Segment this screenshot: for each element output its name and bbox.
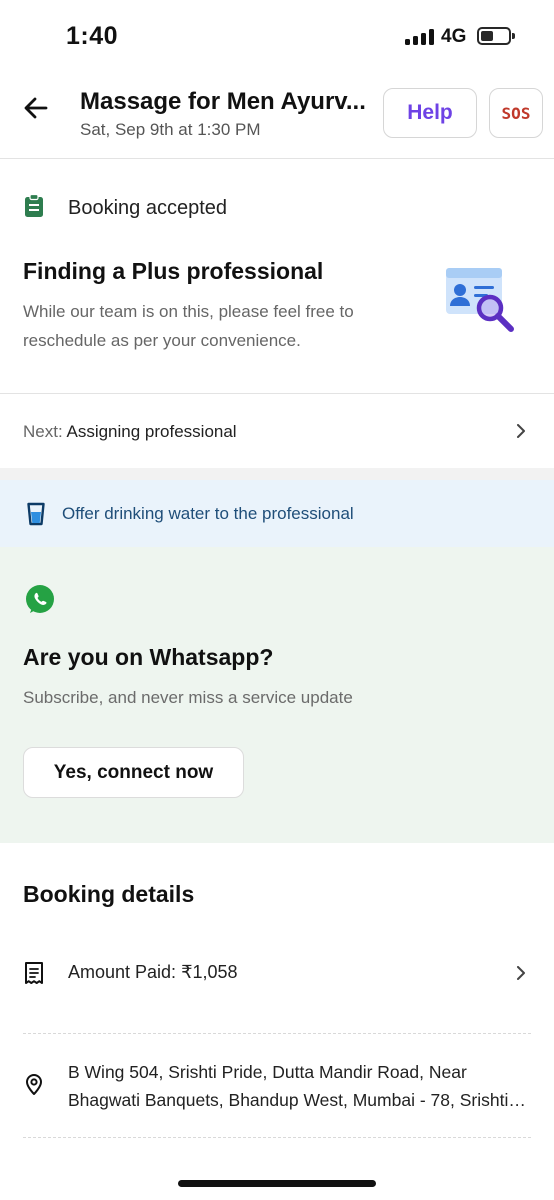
- booking-status: Booking accepted: [24, 193, 228, 223]
- clipboard-icon: [24, 193, 44, 223]
- glass-icon: [27, 502, 45, 531]
- finding-title: Finding a Plus professional: [23, 258, 324, 284]
- amount-paid-row[interactable]: Amount Paid: ₹1,058: [0, 945, 554, 1001]
- water-tip-text: Offer drinking water to the professional: [62, 504, 354, 523]
- signal-strength-icon: [405, 29, 434, 45]
- finding-description: While our team is on this, please feel f…: [23, 302, 354, 350]
- receipt-icon: [24, 962, 44, 989]
- dashed-divider: [23, 1033, 531, 1034]
- chevron-right-icon: [517, 424, 525, 438]
- app-header: Massage for Men Ayurv... Sat, Sep 9th at…: [0, 72, 554, 159]
- sos-button[interactable]: SOS: [489, 88, 543, 138]
- network-type: 4G: [441, 26, 467, 47]
- status-time: 1:40: [66, 22, 119, 50]
- next-prefix: Next:: [23, 422, 63, 441]
- id-card-search-icon: [440, 262, 520, 336]
- whatsapp-title: Are you on Whatsapp?: [23, 644, 274, 670]
- address-line-2: Bhagwati Banquets, Bhandup West, Mumbai …: [68, 1090, 530, 1110]
- next-step-row[interactable]: Next: Assigning professional: [0, 394, 554, 468]
- status-bar: 1:40 4G: [0, 0, 554, 72]
- battery-icon: [477, 27, 515, 45]
- whatsapp-icon: [24, 584, 56, 621]
- finding-professional-card: Finding a Plus professional While our te…: [23, 258, 383, 355]
- home-indicator[interactable]: [178, 1180, 376, 1187]
- next-step-value: Assigning professional: [66, 422, 237, 441]
- whatsapp-subscribe-card: Are you on Whatsapp? Subscribe, and neve…: [0, 547, 554, 843]
- booking-details-title: Booking details: [23, 881, 195, 907]
- section-separator: [0, 468, 554, 480]
- next-step-text: Next: Assigning professional: [23, 422, 237, 442]
- whatsapp-description: Subscribe, and never miss a service upda…: [23, 688, 353, 707]
- connect-whatsapp-button[interactable]: Yes, connect now: [23, 747, 244, 798]
- help-button[interactable]: Help: [383, 88, 477, 138]
- chevron-right-icon: [517, 966, 525, 980]
- arrow-left-icon[interactable]: [20, 92, 52, 124]
- water-tip-banner: Offer drinking water to the professional: [0, 480, 554, 547]
- address-line-1: B Wing 504, Srishti Pride, Dutta Mandir …: [68, 1062, 467, 1082]
- page-title: Massage for Men Ayurv...: [80, 88, 366, 115]
- booking-datetime: Sat, Sep 9th at 1:30 PM: [80, 120, 261, 139]
- location-pin-icon: [26, 1074, 42, 1095]
- service-address: B Wing 504, Srishti Pride, Dutta Mandir …: [68, 1058, 530, 1114]
- amount-paid-text: Amount Paid: ₹1,058: [68, 962, 238, 982]
- dashed-divider: [23, 1137, 531, 1138]
- booking-status-text: Booking accepted: [68, 197, 228, 219]
